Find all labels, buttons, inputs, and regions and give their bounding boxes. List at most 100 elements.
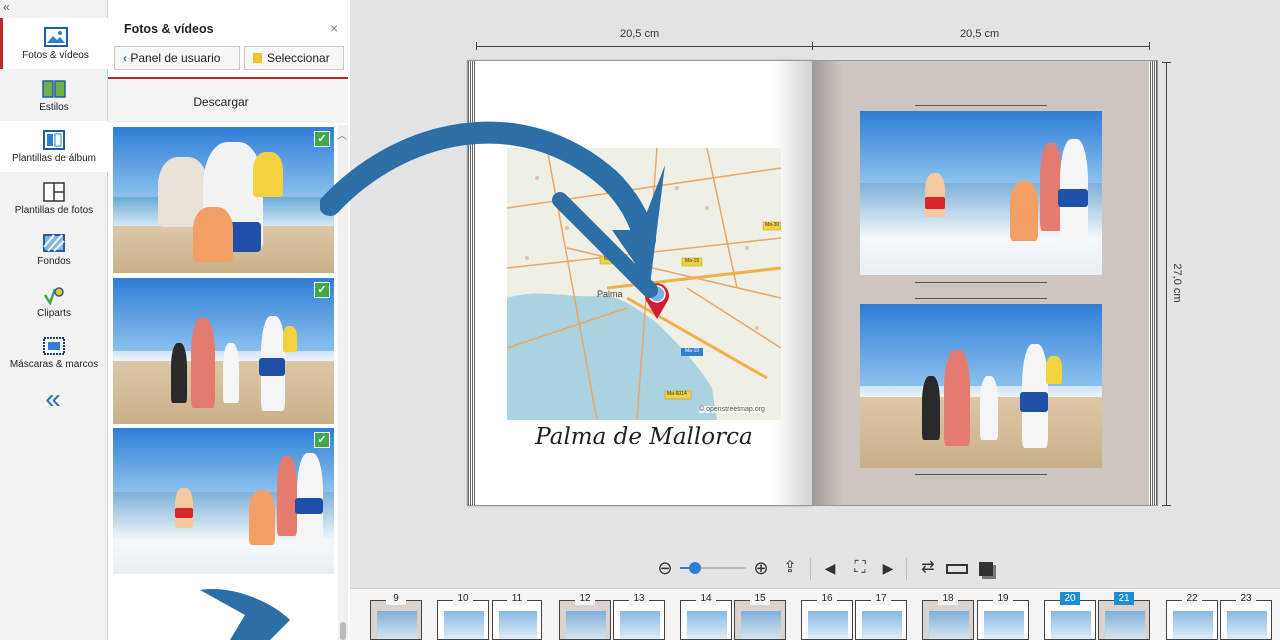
masks-frames-icon xyxy=(43,337,65,355)
page-thumbnail[interactable] xyxy=(1166,600,1218,640)
page-thumbnail-preview xyxy=(687,611,727,639)
road-label: Ma-19 xyxy=(685,348,700,354)
page-number-label[interactable]: 18 xyxy=(938,592,958,605)
road-label: Ma-15 xyxy=(685,258,700,264)
page-thumbnail[interactable] xyxy=(1098,600,1150,640)
collapse-panel-icon[interactable]: « xyxy=(3,0,10,14)
nav-item-photos-videos[interactable]: Fotos & vídeos xyxy=(0,18,108,69)
zoom-slider-handle[interactable] xyxy=(689,562,701,574)
album-photo[interactable] xyxy=(860,304,1102,468)
page-thumbnail[interactable] xyxy=(801,600,853,640)
page-height-label: 27,0 cm xyxy=(1171,263,1183,303)
nav-item-label: Plantillas de fotos xyxy=(14,205,94,216)
dimension-tick xyxy=(1162,505,1171,506)
page-number-label[interactable]: 11 xyxy=(507,592,527,605)
page-thumbnail[interactable] xyxy=(559,600,611,640)
nav-item-backgrounds[interactable]: Fondos xyxy=(0,224,108,275)
nav-item-photo-templates[interactable]: Plantillas de fotos xyxy=(0,173,108,224)
select-button[interactable]: Seleccionar xyxy=(244,46,344,70)
photos-panel: Fotos & vídeos × ‹ Panel de usuario Sele… xyxy=(108,0,350,640)
page-number-label[interactable]: 10 xyxy=(453,592,473,605)
page-thumbnail-preview xyxy=(377,611,417,639)
page-number-label[interactable]: 13 xyxy=(629,592,649,605)
nav-item-cliparts[interactable]: Cliparts xyxy=(0,276,108,327)
decorative-line xyxy=(915,282,1047,283)
chevron-left-icon: ‹ xyxy=(123,51,127,65)
zoom-out-icon[interactable]: ⊖ xyxy=(654,556,676,580)
page-thumbnail[interactable] xyxy=(1220,600,1272,640)
nav-item-label: Fondos xyxy=(37,256,71,267)
nav-item-masks-frames[interactable]: Máscaras & marcos xyxy=(0,327,108,378)
page-number-label[interactable]: 21 xyxy=(1114,592,1134,605)
toolbar-separator xyxy=(906,558,907,580)
page-thumbnail[interactable] xyxy=(855,600,907,640)
nav-item-label: Estilos xyxy=(39,102,69,113)
page-number-label[interactable]: 12 xyxy=(575,592,595,605)
next-page-icon[interactable]: ▶ xyxy=(878,556,898,580)
page-number-label[interactable]: 14 xyxy=(696,592,716,605)
dimension-tick xyxy=(476,42,477,50)
photo-thumbnail[interactable]: ✓ xyxy=(113,278,334,424)
page-number-label[interactable]: 17 xyxy=(871,592,891,605)
photo-thumbnail[interactable]: ✓ xyxy=(113,127,334,273)
user-panel-button-label: Panel de usuario xyxy=(130,51,221,65)
page-thumbnail[interactable] xyxy=(977,600,1029,640)
cliparts-icon xyxy=(43,287,64,305)
zoom-in-icon[interactable]: ⊕ xyxy=(750,556,772,580)
map-credit: © openstreetmap.org xyxy=(699,406,765,413)
page-thumbnail-preview xyxy=(444,611,484,639)
download-button[interactable]: Descargar xyxy=(108,95,334,109)
right-page-width-label: 20,5 cm xyxy=(960,28,1000,40)
page-number-label[interactable]: 15 xyxy=(750,592,770,605)
page-number-label[interactable]: 22 xyxy=(1182,592,1202,605)
fullscreen-icon[interactable]: ⛶ xyxy=(848,556,872,580)
album-template-icon xyxy=(43,130,65,150)
page-thumbnail[interactable] xyxy=(922,600,974,640)
close-icon[interactable]: × xyxy=(330,20,338,36)
scrollbar-thumb[interactable] xyxy=(340,622,346,640)
page-thumbnail[interactable] xyxy=(437,600,489,640)
page-thumbnail[interactable] xyxy=(680,600,732,640)
page-thumbnail[interactable] xyxy=(370,600,422,640)
page-thumbnail-preview xyxy=(566,611,606,639)
page-caption[interactable]: Palma de Mallorca xyxy=(507,424,781,450)
page-number-label[interactable]: 16 xyxy=(817,592,837,605)
page-number-label[interactable]: 20 xyxy=(1060,592,1080,605)
page-number-label[interactable]: 19 xyxy=(993,592,1013,605)
nav-item-styles[interactable]: Estilos xyxy=(0,70,108,121)
layers-icon[interactable] xyxy=(974,556,998,580)
page-number-label[interactable]: 23 xyxy=(1236,592,1256,605)
left-page-width-label: 20,5 cm xyxy=(620,28,660,40)
fit-page-icon[interactable]: ⇪ xyxy=(778,556,802,580)
side-navigation: « Fotos & vídeos Estilos Plantillas de á… xyxy=(0,0,108,640)
page-thumbnail[interactable] xyxy=(1044,600,1096,640)
page-thumbnail-preview xyxy=(1227,611,1267,639)
decorative-line xyxy=(915,474,1047,475)
page-thumbnail[interactable] xyxy=(492,600,542,640)
nav-item-album-templates[interactable]: Plantillas de álbum xyxy=(0,121,108,172)
page-thumbnail-preview xyxy=(499,611,537,639)
toolbar-separator xyxy=(810,558,811,580)
styles-icon xyxy=(42,80,66,98)
page-thumbnail-preview xyxy=(1173,611,1213,639)
nav-item-label: Plantillas de álbum xyxy=(12,153,96,164)
select-button-label: Seleccionar xyxy=(267,51,330,65)
decorative-line xyxy=(915,298,1047,299)
road-label: Ma-6014 xyxy=(667,391,687,397)
page-number-label[interactable]: 9 xyxy=(386,592,406,605)
page-thumbnail[interactable] xyxy=(734,600,786,640)
nav-item-label: Cliparts xyxy=(37,308,71,319)
ruler-icon[interactable] xyxy=(944,556,970,580)
swap-pages-icon[interactable]: ⇄ xyxy=(916,556,940,580)
previous-page-icon[interactable]: ◀ xyxy=(820,556,840,580)
user-panel-button[interactable]: ‹ Panel de usuario xyxy=(114,46,240,70)
page-thumbnail[interactable] xyxy=(613,600,665,640)
collapse-sidebar-icon[interactable]: « xyxy=(38,385,68,415)
dimension-tick xyxy=(812,42,813,50)
page-thumbnail-preview xyxy=(929,611,969,639)
dimension-tick xyxy=(1149,42,1150,50)
selected-check-icon[interactable]: ✓ xyxy=(314,432,330,448)
folder-icon xyxy=(253,53,262,63)
photo-thumbnail[interactable]: ✓ xyxy=(113,428,334,574)
album-photo[interactable] xyxy=(860,111,1102,275)
